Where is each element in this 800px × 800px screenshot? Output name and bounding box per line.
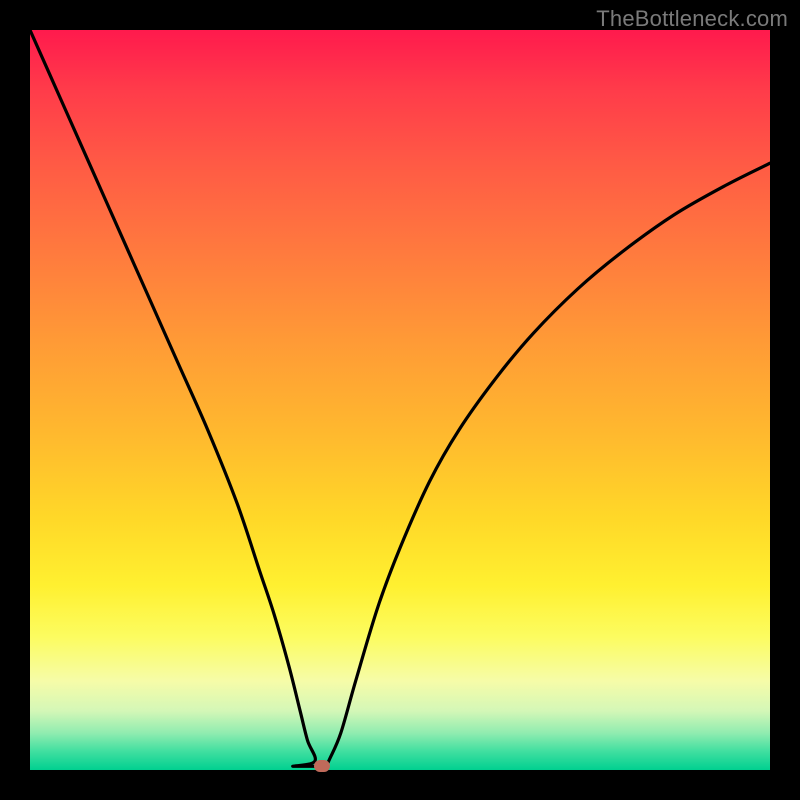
watermark-text: TheBottleneck.com [596, 6, 788, 32]
curve-svg [30, 30, 770, 770]
chart-frame: TheBottleneck.com [0, 0, 800, 800]
bottleneck-curve [30, 30, 770, 766]
plot-area [30, 30, 770, 770]
optimum-marker [314, 760, 330, 772]
